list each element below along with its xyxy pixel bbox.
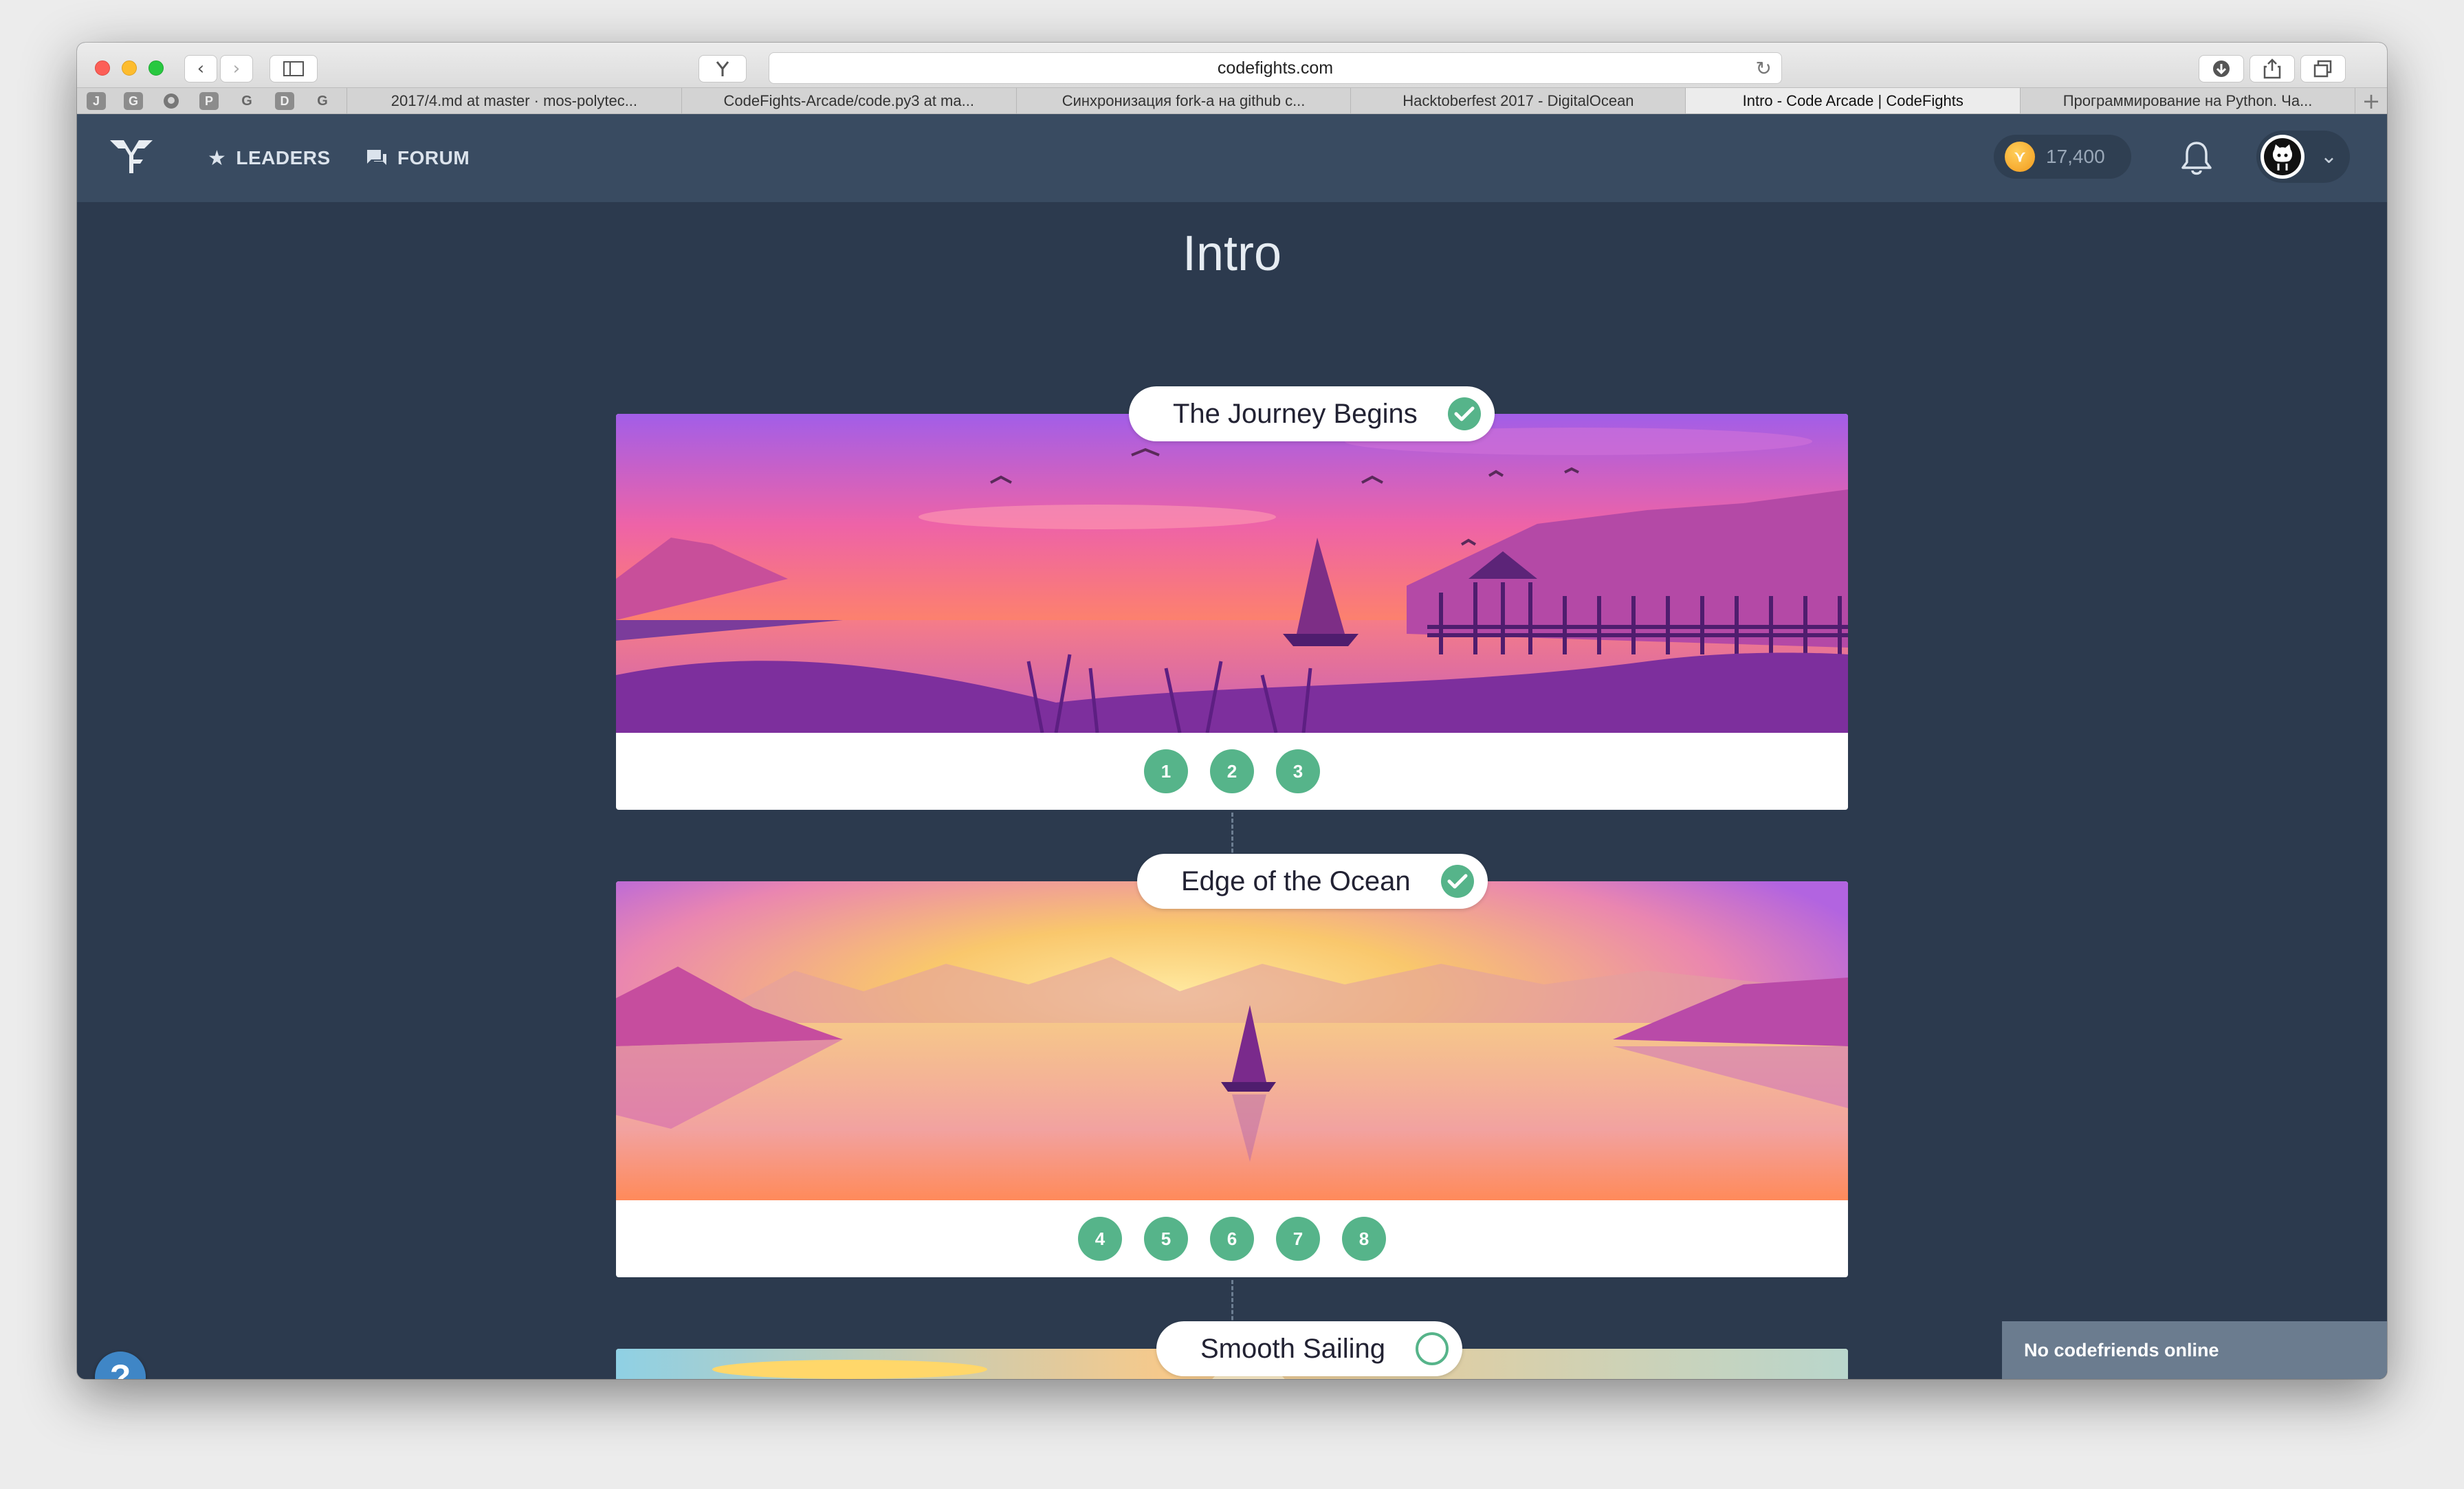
chevron-down-icon: ⌄ — [2320, 144, 2338, 168]
section-card[interactable]: 4 5 6 7 8 — [616, 881, 1848, 1277]
level-button[interactable]: 2 — [1210, 749, 1254, 793]
new-tab-button[interactable]: + — [2355, 88, 2387, 113]
pinned-tab[interactable]: J — [87, 92, 106, 110]
sidebar-icon — [283, 61, 304, 76]
forward-button[interactable]: › — [220, 55, 253, 82]
chevron-right-icon: › — [232, 58, 241, 79]
pinned-tab[interactable]: G — [124, 92, 143, 110]
incomplete-circle-icon — [1416, 1332, 1449, 1365]
github-icon — [164, 93, 179, 109]
sidebar-button[interactable] — [270, 55, 318, 82]
pinned-tab[interactable]: P — [199, 92, 219, 110]
help-button[interactable]: ? — [95, 1352, 146, 1379]
avatar — [2260, 135, 2304, 179]
minimize-window-button[interactable] — [122, 60, 137, 76]
pinned-tab[interactable]: G — [236, 91, 257, 111]
address-bar[interactable]: codefights.com ↻ — [769, 52, 1782, 84]
nav-forum-label: FORUM — [397, 147, 470, 168]
section-title: The Journey Begins — [1173, 398, 1418, 429]
url-text: codefights.com — [1217, 58, 1334, 78]
tab-bar: J G P G D G 2017/4.md at master · mos-po… — [77, 88, 2387, 114]
user-menu[interactable]: ⌄ — [2256, 131, 2350, 183]
browser-tab[interactable]: Синхронизация fork-а на github с... — [1017, 88, 1352, 113]
check-icon — [1447, 397, 1481, 430]
share-button[interactable] — [2250, 55, 2295, 82]
share-icon — [2263, 58, 2281, 79]
browser-tab-active[interactable]: Intro - Code Arcade | CodeFights — [1686, 88, 2021, 113]
back-button[interactable]: ‹ — [184, 55, 217, 82]
level-list: 4 5 6 7 8 — [616, 1200, 1848, 1277]
chevron-left-icon: ‹ — [197, 58, 205, 79]
level-list: 1 2 3 — [616, 733, 1848, 810]
level-button[interactable]: 7 — [1276, 1217, 1320, 1261]
level-button[interactable]: 6 — [1210, 1217, 1254, 1261]
browser-tab[interactable]: CodeFights-Arcade/code.py3 at ma... — [682, 88, 1017, 113]
section-card[interactable]: 1 2 3 — [616, 414, 1848, 810]
browser-toolbar: ‹ › codefights.com ↻ — [77, 43, 2387, 88]
browser-tab[interactable]: Hacktoberfest 2017 - DigitalOcean — [1351, 88, 1686, 113]
section-title-pill[interactable]: Smooth Sailing — [1156, 1321, 1463, 1376]
pinned-tab[interactable]: G — [312, 91, 333, 111]
forum-icon — [367, 150, 386, 165]
coin-icon: ⋎ — [2005, 142, 2035, 172]
pinned-tabs: J G P G D G — [77, 88, 347, 114]
downloads-button[interactable] — [2199, 55, 2244, 82]
tabs-icon — [2313, 60, 2332, 78]
section-title-pill[interactable]: The Journey Begins — [1129, 386, 1495, 441]
section-title-pill[interactable]: Edge of the Ocean — [1137, 854, 1488, 909]
level-button[interactable]: 4 — [1078, 1217, 1122, 1261]
close-window-button[interactable] — [95, 60, 110, 76]
check-icon — [1440, 865, 1474, 898]
star-icon: ★ — [208, 146, 227, 170]
ocean-sunset-illustration — [616, 881, 1848, 1200]
codefights-logo[interactable] — [107, 135, 155, 179]
level-button[interactable]: 8 — [1342, 1217, 1386, 1261]
reload-icon[interactable]: ↻ — [1756, 57, 1772, 80]
nav-leaders[interactable]: ★ LEADERS — [208, 114, 331, 202]
coins-counter[interactable]: ⋎ 17,400 — [1994, 135, 2131, 179]
extension-button[interactable] — [698, 55, 747, 82]
section-title: Edge of the Ocean — [1181, 865, 1411, 896]
pinned-tab[interactable] — [161, 91, 182, 111]
nav-forum[interactable]: FORUM — [366, 114, 470, 202]
zoom-window-button[interactable] — [148, 60, 164, 76]
level-button[interactable]: 1 — [1144, 749, 1188, 793]
download-icon — [2213, 60, 2230, 77]
github-octocat-icon — [2264, 138, 2301, 175]
tabs-overview-button[interactable] — [2300, 55, 2346, 82]
browser-window: ‹ › codefights.com ↻ J G P G D G 2017/4.… — [77, 43, 2387, 1379]
pinned-tab[interactable]: D — [275, 92, 294, 110]
extension-icon — [716, 61, 729, 76]
coins-value: 17,400 — [2046, 146, 2105, 167]
bell-icon[interactable] — [2179, 139, 2214, 177]
codefriends-panel[interactable]: No codefriends online — [2002, 1321, 2387, 1379]
page-title: Intro — [1182, 226, 1282, 281]
main-content: Intro The Journey Begins 1 2 3 Edge of t… — [77, 202, 2387, 1379]
section-title: Smooth Sailing — [1200, 1333, 1386, 1364]
browser-tab[interactable]: Программирование на Python. Ча... — [2021, 88, 2355, 113]
browser-tab[interactable]: 2017/4.md at master · mos-polytec... — [347, 88, 682, 113]
level-button[interactable]: 5 — [1144, 1217, 1188, 1261]
sunset-lake-illustration — [616, 414, 1848, 733]
level-button[interactable]: 3 — [1276, 749, 1320, 793]
site-header: ★ LEADERS FORUM ⋎ 17,400 ⌄ — [77, 114, 2387, 202]
nav-leaders-label: LEADERS — [236, 147, 331, 168]
